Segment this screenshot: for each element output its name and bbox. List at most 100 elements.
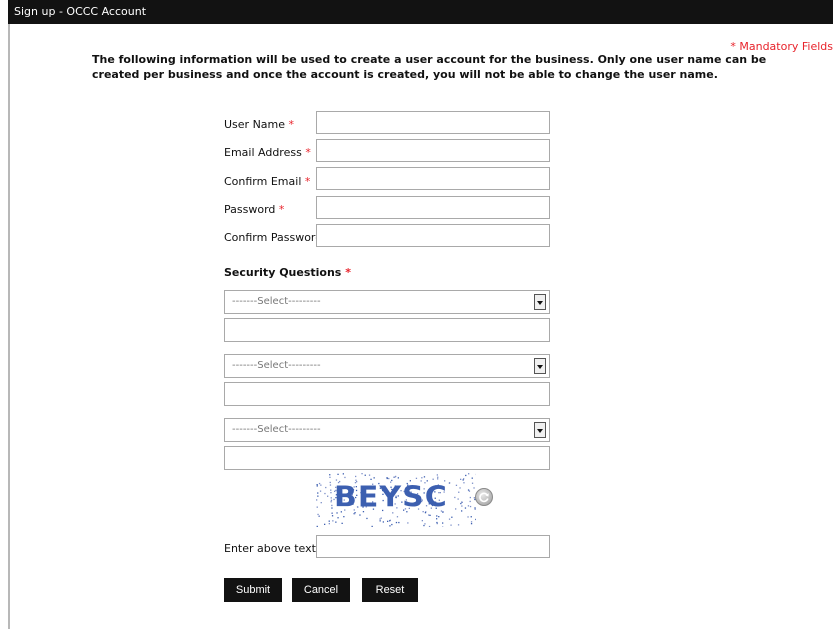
- captcha-noise-dot: [437, 478, 439, 480]
- captcha-noise-dot: [389, 525, 391, 527]
- captcha-noise-dot: [331, 512, 333, 514]
- password-label: Password *: [224, 203, 285, 216]
- captcha-noise-dot: [316, 485, 318, 487]
- reset-button[interactable]: Reset: [362, 578, 418, 602]
- captcha-noise-dot: [462, 479, 464, 481]
- captcha-noise-dot: [475, 518, 476, 521]
- captcha-noise-dot: [457, 524, 460, 526]
- captcha-noise-dot: [330, 497, 332, 499]
- captcha-noise-dot: [324, 492, 326, 495]
- intro-text: The following information will be used t…: [92, 53, 767, 81]
- captcha-noise-dot: [317, 492, 319, 494]
- security-answer-3-input[interactable]: [224, 446, 550, 470]
- required-marker: *: [345, 266, 351, 279]
- captcha-noise-dot: [379, 518, 381, 520]
- captcha-noise-dot: [382, 521, 384, 523]
- captcha-noise-dot: [428, 514, 430, 516]
- captcha-image: BEYSC: [316, 473, 476, 527]
- chevron-down-icon[interactable]: [534, 294, 546, 310]
- captcha-noise-dot: [317, 513, 319, 516]
- captcha-noise-dot: [423, 476, 426, 478]
- captcha-noise-dot: [467, 516, 469, 518]
- captcha-noise-dot: [397, 477, 399, 479]
- security-question-2-select[interactable]: -------Select---------: [224, 354, 550, 378]
- captcha-noise-dot: [423, 524, 425, 527]
- captcha-noise-dot: [317, 495, 319, 497]
- captcha-noise-dot: [316, 506, 318, 508]
- captcha-noise-dot: [470, 521, 473, 523]
- captcha-noise-dot: [318, 482, 321, 485]
- captcha-noise-dot: [320, 502, 322, 504]
- password-input[interactable]: [316, 196, 550, 219]
- security-question-1-select[interactable]: -------Select---------: [224, 290, 550, 314]
- captcha-label: Enter above text *: [224, 542, 325, 555]
- captcha-noise-dot: [459, 487, 461, 489]
- captcha-noise-dot: [324, 523, 326, 525]
- window-title: Sign up - OCCC Account: [14, 5, 147, 18]
- captcha-noise-dot: [342, 473, 344, 475]
- captcha-noise-dot: [388, 477, 390, 480]
- captcha-noise-dot: [460, 502, 462, 505]
- email-address-label: Email Address *: [224, 146, 311, 159]
- required-marker: *: [278, 203, 285, 216]
- captcha-noise-dot: [437, 476, 439, 478]
- captcha-noise-dot: [320, 484, 322, 486]
- captcha-noise-dot: [436, 515, 438, 517]
- captcha-noise-dot: [316, 484, 318, 486]
- chevron-down-icon[interactable]: [534, 422, 546, 438]
- captcha-noise-dot: [450, 524, 452, 526]
- captcha-noise-dot: [395, 521, 398, 524]
- captcha-noise-dot: [467, 489, 470, 491]
- required-marker: *: [288, 118, 295, 131]
- captcha-noise-dot: [316, 525, 318, 527]
- left-border: [8, 24, 10, 629]
- captcha-noise-dot: [332, 520, 334, 522]
- security-answer-2-input[interactable]: [224, 382, 550, 406]
- captcha-noise-dot: [471, 482, 474, 484]
- captcha-noise-dot: [461, 501, 463, 503]
- security-answer-1-input[interactable]: [224, 318, 550, 342]
- captcha-noise-dot: [436, 521, 438, 524]
- select-value: -------Select---------: [232, 360, 321, 371]
- refresh-icon[interactable]: [475, 488, 493, 506]
- email-address-input[interactable]: [316, 139, 550, 162]
- captcha-noise-dot: [436, 518, 438, 520]
- captcha-noise-dot: [318, 515, 320, 517]
- captcha-noise-dot: [415, 477, 418, 479]
- captcha-noise-dot: [335, 521, 337, 523]
- cancel-button[interactable]: Cancel: [292, 578, 350, 602]
- captcha-noise-dot: [471, 477, 473, 479]
- user-name-input[interactable]: [316, 111, 550, 134]
- captcha-noise-dot: [463, 482, 465, 484]
- captcha-noise-dot: [469, 500, 471, 503]
- captcha-noise-dot: [341, 522, 343, 524]
- captcha-noise-dot: [467, 505, 470, 507]
- captcha-noise-dot: [330, 489, 332, 491]
- captcha-noise-dot: [421, 477, 423, 479]
- captcha-noise-dot: [393, 476, 395, 478]
- select-value: -------Select---------: [232, 424, 321, 435]
- captcha-noise-dot: [330, 499, 333, 501]
- captcha-noise-dot: [442, 526, 444, 527]
- chevron-down-icon[interactable]: [534, 358, 546, 374]
- captcha-noise-dot: [364, 474, 366, 476]
- captcha-text: BEYSC: [334, 480, 448, 515]
- confirm-password-input[interactable]: [316, 224, 550, 247]
- captcha-noise-dot: [387, 520, 389, 522]
- captcha-noise-dot: [438, 516, 440, 518]
- captcha-input[interactable]: [316, 535, 550, 558]
- captcha-noise-dot: [386, 477, 388, 479]
- submit-button[interactable]: Submit: [224, 578, 282, 602]
- security-question-3-select[interactable]: -------Select---------: [224, 418, 550, 442]
- confirm-email-input[interactable]: [316, 167, 550, 190]
- captcha-noise-dot: [432, 478, 434, 480]
- captcha-noise-dot: [469, 505, 472, 508]
- captcha-noise-dot: [329, 476, 331, 478]
- captcha-noise-dot: [329, 474, 331, 476]
- captcha-noise-dot: [442, 522, 444, 524]
- captcha-noise-dot: [468, 473, 470, 475]
- captcha-noise-dot: [331, 515, 334, 517]
- captcha-noise-dot: [455, 508, 457, 510]
- captcha-noise-dot: [337, 517, 339, 519]
- captcha-noise-dot: [461, 510, 463, 512]
